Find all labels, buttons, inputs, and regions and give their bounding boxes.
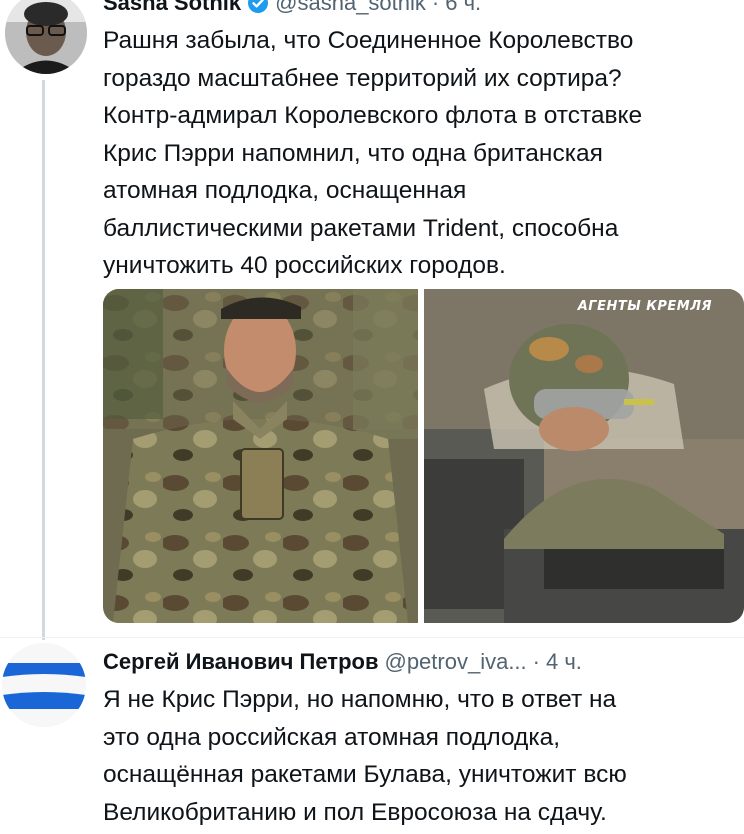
author-name[interactable]: Сергей Иванович Петров bbox=[103, 649, 378, 675]
verified-badge-icon bbox=[247, 0, 269, 14]
avatar-sasha-sotnik[interactable] bbox=[5, 0, 87, 74]
timestamp[interactable]: 6 ч. bbox=[445, 0, 481, 16]
tweet2-text: Я не Крис Пэрри, но напомню, что в ответ… bbox=[103, 686, 627, 826]
timestamp[interactable]: 4 ч. bbox=[546, 649, 582, 675]
photo-watermark: АГЕНТЫ КРЕМЛЯ bbox=[577, 299, 712, 314]
tweet-divider bbox=[0, 637, 744, 638]
tweet1-photo-officer[interactable] bbox=[103, 289, 418, 623]
separator-dot: · bbox=[532, 649, 540, 674]
author-name[interactable]: Sasha Sotnik bbox=[103, 0, 241, 16]
tweet1-text: Рашня забыла, что Соединенное Королевств… bbox=[103, 27, 643, 279]
author-handle[interactable]: @petrov_iva... bbox=[384, 649, 526, 675]
author-handle[interactable]: @sasha_sotnik bbox=[275, 0, 426, 16]
tweet1-header: Sasha Sotnik @sasha_sotnik · 6 ч. bbox=[103, 0, 481, 16]
thread-line bbox=[42, 80, 45, 640]
separator-dot: · bbox=[431, 0, 440, 15]
avatar-sergey-petrov[interactable] bbox=[2, 643, 86, 727]
tweet1-photo-tank-crew[interactable]: АГЕНТЫ КРЕМЛЯ bbox=[424, 289, 744, 623]
tweet2-header: Сергей Иванович Петров @petrov_iva... · … bbox=[103, 649, 582, 675]
